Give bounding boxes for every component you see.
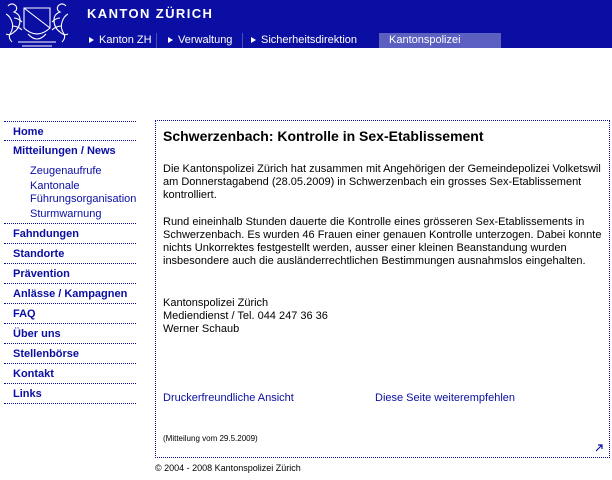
nav-item-ueber-uns[interactable]: Über uns — [4, 324, 136, 344]
breadcrumb-label: Verwaltung — [178, 34, 233, 46]
breadcrumb-label: Kanton ZH — [99, 34, 152, 46]
site-header: KANTON ZÜRICH Kanton ZH Verwaltung Siche… — [0, 0, 612, 48]
breadcrumb-label: Kantonspolizei — [389, 34, 461, 46]
breadcrumb: Kanton ZH Verwaltung Sicherheitsdirektio… — [80, 33, 612, 48]
nav-item-faq[interactable]: FAQ — [4, 304, 136, 324]
breadcrumb-sicherheitsdirektion[interactable]: Sicherheitsdirektion — [248, 33, 357, 48]
back-to-top-icon[interactable] — [594, 443, 604, 453]
nav-item-fahndungen[interactable]: Fahndungen — [4, 224, 136, 244]
nav-item-anlaesse[interactable]: Anlässe / Kampagnen — [4, 284, 136, 304]
crest-icon — [5, 3, 69, 47]
nav-item-home[interactable]: Home — [4, 121, 136, 141]
breadcrumb-kantonspolizei[interactable]: Kantonspolizei — [379, 33, 501, 48]
article-paragraph: Die Kantonspolizei Zürich hat zusammen m… — [163, 163, 601, 201]
publication-date-note: (Mitteilung vom 29.5.2009) — [163, 434, 258, 443]
contact-phone: Mediendienst / Tel. 044 247 36 36 — [163, 310, 328, 322]
nav-submenu: Zeugenaufrufe Kantonale Führungsorganisa… — [4, 161, 136, 224]
contact-person: Werner Schaub — [163, 323, 240, 335]
nav-item-mitteilungen[interactable]: Mitteilungen / News — [4, 141, 136, 161]
nav-item-praevention[interactable]: Prävention — [4, 264, 136, 284]
breadcrumb-verwaltung[interactable]: Verwaltung — [165, 33, 232, 48]
site-title[interactable]: KANTON ZÜRICH — [87, 6, 213, 21]
nav-item-links[interactable]: Links — [4, 384, 136, 404]
arrow-right-icon — [168, 37, 173, 43]
nav-subitem-label-line2: Führungsorganisation — [30, 193, 137, 205]
nav-item-kontakt[interactable]: Kontakt — [4, 364, 136, 384]
arrow-right-icon — [251, 37, 256, 43]
recommend-page-link[interactable]: Diese Seite weiterempfehlen — [375, 392, 515, 404]
nav-subitem-zeugenaufrufe[interactable]: Zeugenaufrufe — [4, 161, 136, 178]
nav-subitem-label-line1: Kantonale — [30, 180, 80, 192]
print-view-link[interactable]: Druckerfreundliche Ansicht — [163, 392, 294, 404]
kanton-crest-logo[interactable] — [0, 0, 74, 48]
breadcrumb-kanton-zh[interactable]: Kanton ZH — [86, 33, 152, 48]
breadcrumb-separator — [156, 33, 157, 48]
nav-subitem-fuehrungsorganisation[interactable]: Kantonale Führungsorganisation — [4, 180, 136, 206]
footer-copyright: © 2004 - 2008 Kantonspolizei Zürich — [155, 463, 301, 473]
article-panel: Schwerzenbach: Kontrolle in Sex-Etabliss… — [155, 120, 610, 458]
breadcrumb-label: Sicherheitsdirektion — [261, 34, 357, 46]
contact-organisation: Kantonspolizei Zürich — [163, 297, 269, 309]
nav-item-stellenboerse[interactable]: Stellenbörse — [4, 344, 136, 364]
breadcrumb-separator — [242, 33, 243, 48]
contact-block: Kantonspolizei Zürich Mediendienst / Tel… — [163, 297, 603, 336]
sidebar-nav: Home Mitteilungen / News Zeugenaufrufe K… — [4, 121, 136, 404]
article-title: Schwerzenbach: Kontrolle in Sex-Etabliss… — [163, 128, 484, 144]
article-paragraph: Rund eineinhalb Stunden dauerte die Kont… — [163, 216, 602, 267]
nav-subitem-sturmwarnung[interactable]: Sturmwarnung — [4, 208, 136, 221]
nav-item-standorte[interactable]: Standorte — [4, 244, 136, 264]
arrow-right-icon — [89, 37, 94, 43]
